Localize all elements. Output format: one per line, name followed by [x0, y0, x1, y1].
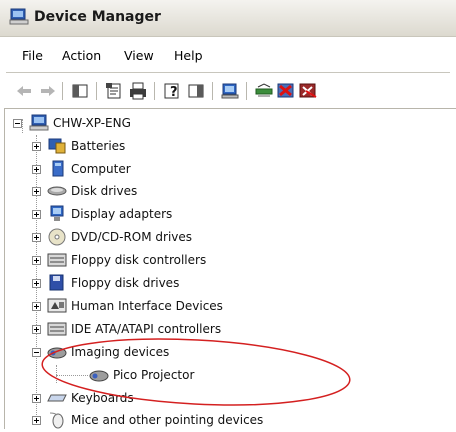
tree-item-label: Mice and other pointing devices	[71, 413, 264, 427]
display-adapter-icon	[50, 205, 64, 221]
tree-item-pico-projector[interactable]: Pico Projector	[65, 365, 265, 387]
floppy-drive-icon	[49, 274, 64, 291]
computer-icon	[29, 114, 49, 131]
tree-item-label: Keyboards	[71, 391, 134, 405]
tree-item-mice[interactable]: Mice and other pointing devices	[25, 410, 325, 432]
tree-item-ide-controllers[interactable]: IDE ATA/ATAPI controllers	[25, 319, 305, 341]
projector-icon	[89, 370, 109, 382]
tree-item-computer[interactable]: Computer	[25, 159, 285, 181]
tree-item-disk-drives[interactable]: Disk drives	[25, 181, 285, 203]
dvd-drive-icon	[48, 228, 66, 246]
expand-toggle[interactable]	[32, 142, 41, 151]
tree-item-keyboards[interactable]: Keyboards	[25, 388, 285, 410]
imaging-device-icon	[47, 347, 67, 359]
tree-item-floppy-disk-drives[interactable]: Floppy disk drives	[25, 273, 285, 295]
hid-icon	[47, 298, 67, 313]
expand-toggle[interactable]	[32, 210, 41, 219]
collapse-toggle[interactable]	[13, 119, 22, 128]
computer-icon	[52, 160, 64, 177]
menu-view[interactable]: View	[122, 48, 156, 63]
tree-item-batteries[interactable]: Batteries	[25, 136, 285, 158]
tree-item-label: Pico Projector	[113, 368, 195, 382]
expand-toggle[interactable]	[32, 394, 41, 403]
toolbar-separator	[246, 82, 247, 100]
forward-arrow-icon[interactable]	[38, 81, 58, 101]
tree-item-human-interface-devices[interactable]: Human Interface Devices	[25, 296, 305, 318]
tree-item-label: DVD/CD-ROM drives	[71, 230, 193, 244]
tree-item-label: Floppy disk controllers	[71, 253, 207, 267]
uninstall-device-icon[interactable]	[298, 81, 318, 101]
menu-bar: File Action View Help	[0, 46, 456, 68]
collapse-toggle[interactable]	[32, 348, 41, 357]
menu-action[interactable]: Action	[60, 48, 103, 63]
tree-item-label: Display adapters	[71, 207, 173, 221]
expand-toggle[interactable]	[32, 279, 41, 288]
show-hide-console-tree-icon[interactable]	[70, 81, 90, 101]
tree-item-label: IDE ATA/ATAPI controllers	[71, 322, 222, 336]
menu-separator	[6, 72, 450, 73]
tree-item-dvd-cdrom-drives[interactable]: DVD/CD-ROM drives	[25, 227, 285, 249]
print-icon[interactable]	[128, 81, 148, 101]
toolbar: ?	[0, 78, 456, 106]
expand-toggle[interactable]	[32, 302, 41, 311]
tree-item-display-adapters[interactable]: Display adapters	[25, 204, 285, 226]
menu-help[interactable]: Help	[172, 48, 205, 63]
battery-icon	[48, 138, 66, 154]
tree-root-computer[interactable]: CHW-XP-ENG	[11, 113, 211, 135]
expand-toggle[interactable]	[32, 233, 41, 242]
floppy-controller-icon	[47, 253, 67, 267]
tree-root-label: CHW-XP-ENG	[53, 116, 131, 130]
tree-item-label: Disk drives	[71, 184, 138, 198]
tree-item-floppy-disk-controllers[interactable]: Floppy disk controllers	[25, 250, 305, 272]
toolbar-separator	[154, 82, 155, 100]
tree-item-label: Computer	[71, 162, 131, 176]
toolbar-separator	[96, 82, 97, 100]
ide-controller-icon	[47, 322, 67, 336]
window-title: Device Manager	[34, 9, 161, 25]
expand-toggle[interactable]	[32, 325, 41, 334]
tree-item-label: Imaging devices	[71, 345, 170, 359]
expand-toggle[interactable]	[32, 256, 41, 265]
expand-toggle[interactable]	[32, 187, 41, 196]
properties-icon[interactable]	[104, 81, 124, 101]
mouse-icon	[49, 412, 64, 429]
expand-toggle[interactable]	[32, 165, 41, 174]
tree-item-label: Batteries	[71, 139, 126, 153]
expand-toggle[interactable]	[32, 416, 41, 425]
tree-item-label: Floppy disk drives	[71, 276, 180, 290]
scan-hardware-icon[interactable]	[220, 81, 240, 101]
back-arrow-icon[interactable]	[14, 81, 34, 101]
svg-text:?: ?	[170, 85, 178, 100]
disk-drive-icon	[47, 186, 67, 196]
device-manager-icon	[9, 8, 29, 25]
help-icon[interactable]: ?	[162, 81, 182, 101]
update-driver-icon[interactable]	[254, 81, 274, 101]
toolbar-separator	[212, 82, 213, 100]
title-bar: Device Manager	[0, 0, 456, 37]
show-hide-action-pane-icon[interactable]	[186, 81, 206, 101]
disable-device-icon[interactable]	[276, 81, 296, 101]
tree-item-label: Human Interface Devices	[71, 299, 223, 313]
tree-connector	[56, 365, 58, 383]
device-tree-pane[interactable]: CHW-XP-ENG Batteries Computer Disk drive…	[4, 108, 456, 429]
toolbar-separator	[62, 82, 63, 100]
keyboard-icon	[47, 394, 67, 402]
tree-item-imaging-devices[interactable]: Imaging devices	[25, 342, 285, 364]
menu-file[interactable]: File	[20, 48, 45, 63]
